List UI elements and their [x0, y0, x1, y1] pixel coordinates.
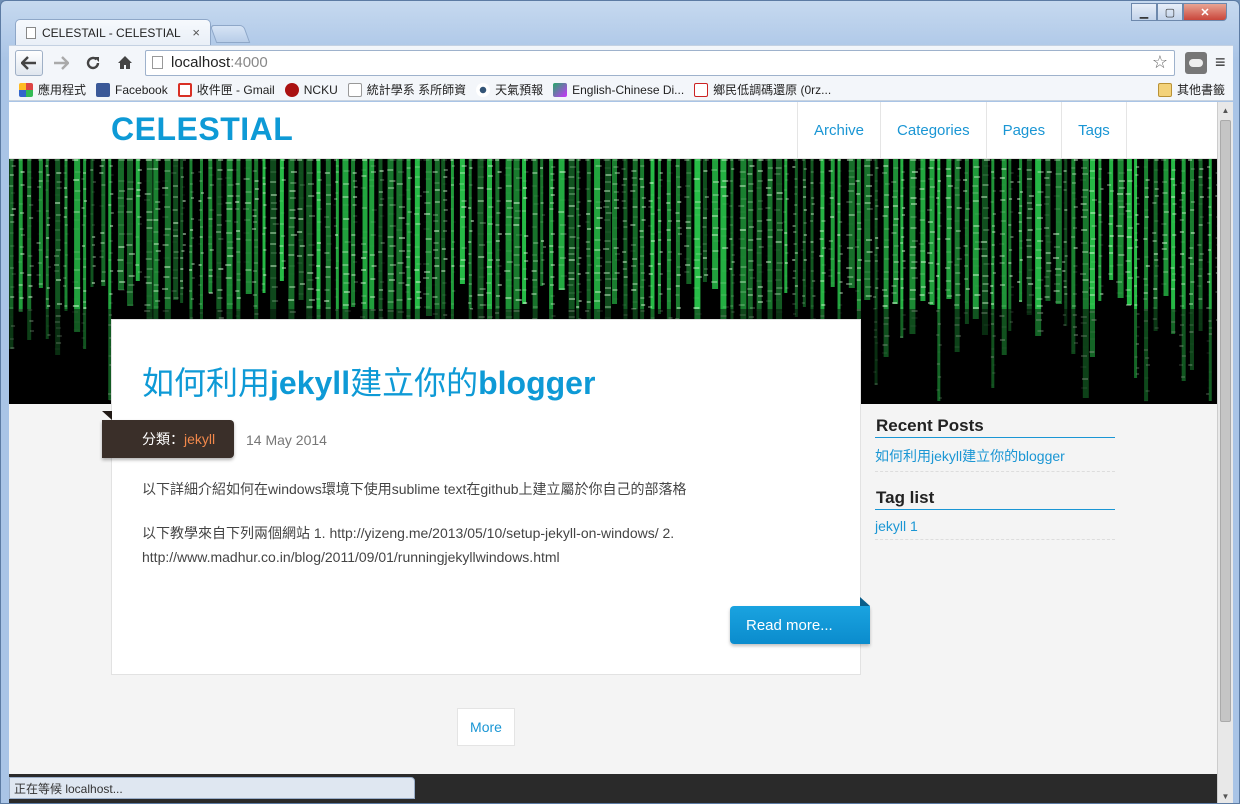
back-arrow-icon[interactable] — [15, 49, 43, 76]
more-button[interactable]: More — [457, 708, 515, 746]
category-ribbon: 分類： jekyll — [102, 411, 234, 458]
reload-icon[interactable] — [79, 50, 107, 76]
orz-icon — [694, 82, 709, 97]
new-tab-button[interactable] — [209, 25, 251, 43]
page-icon — [347, 82, 362, 97]
apps-grid-icon — [19, 82, 33, 97]
recent-post-link[interactable]: 如何利用jekyll建立你的blogger — [875, 438, 1115, 472]
bookmark-gmail[interactable]: 收件匣 - Gmail — [177, 81, 275, 98]
category-link[interactable]: jekyll — [184, 431, 215, 447]
scroll-thumb[interactable] — [1220, 120, 1231, 722]
read-more-button[interactable]: Read more... — [730, 597, 870, 644]
tab-close-icon[interactable]: × — [192, 25, 200, 40]
maximize-button[interactable]: ▢ — [1157, 3, 1183, 21]
tag-list-heading: Tag list — [875, 488, 1115, 510]
nav-archive[interactable]: Archive — [798, 102, 882, 159]
bookmark-stat-dept[interactable]: 統計學系 系所師資 — [347, 81, 466, 98]
nav-categories[interactable]: Categories — [881, 102, 987, 159]
browser-window: CELESTAIL - CELESTIAL × ▁ ▢ ✕ localhost:… — [0, 0, 1240, 804]
site-header: CELESTIAL Archive Categories Pages Tags — [9, 102, 1217, 159]
page-viewport: CELESTIAL Archive Categories Pages Tags … — [9, 102, 1217, 774]
sidebar: Recent Posts 如何利用jekyll建立你的blogger Tag l… — [875, 416, 1115, 556]
url-port: :4000 — [230, 54, 268, 71]
home-icon[interactable] — [111, 50, 139, 76]
bookmark-weather[interactable]: 天氣預報 — [476, 81, 543, 98]
forward-arrow-icon[interactable] — [47, 50, 75, 76]
bookmark-star-icon[interactable]: ☆ — [1152, 52, 1168, 73]
page-icon — [152, 56, 163, 69]
scroll-up-icon[interactable]: ▲ — [1218, 102, 1233, 118]
nav-pages[interactable]: Pages — [987, 102, 1063, 159]
gmail-icon — [177, 82, 192, 97]
title-bar: CELESTAIL - CELESTIAL × ▁ ▢ ✕ — [1, 1, 1239, 45]
vertical-scrollbar[interactable]: ▲ ▼ — [1217, 102, 1233, 803]
url-host: localhost — [171, 54, 231, 71]
post-title[interactable]: 如何利用jekyll建立你的blogger — [142, 358, 595, 404]
ncku-icon — [284, 82, 299, 97]
post-card: 如何利用jekyll建立你的blogger 分類： jekyll 14 May 2… — [102, 319, 870, 675]
recent-posts-heading: Recent Posts — [875, 416, 1115, 438]
other-bookmarks[interactable]: 其他書籤 — [1157, 81, 1225, 98]
excerpt-paragraph: 以下詳細介紹如何在windows環境下使用sublime text在github… — [142, 481, 687, 497]
browser-tab[interactable]: CELESTAIL - CELESTIAL × — [15, 19, 211, 45]
category-prefix: 分類： — [142, 431, 184, 447]
scroll-down-icon[interactable]: ▼ — [1218, 788, 1233, 803]
recent-posts-widget: Recent Posts 如何利用jekyll建立你的blogger — [875, 416, 1115, 472]
excerpt-paragraph: 以下教學來自下列兩個網站 1. http://yizeng.me/2013/05… — [142, 525, 675, 565]
bookmark-facebook[interactable]: Facebook — [96, 82, 168, 97]
facebook-icon — [96, 82, 111, 97]
eye-icon — [476, 82, 491, 97]
menu-icon[interactable]: ≡ — [1215, 52, 1226, 73]
dictionary-icon — [553, 82, 568, 97]
window-controls: ▁ ▢ ✕ — [1131, 3, 1227, 21]
tag-list-widget: Tag list jekyll 1 — [875, 488, 1115, 540]
bookmark-ncku[interactable]: NCKU — [284, 82, 338, 97]
tag-link[interactable]: jekyll 1 — [875, 510, 1115, 540]
bookmarks-bar: 應用程式 Facebook 收件匣 - Gmail NCKU 統計學系 系所師資… — [9, 79, 1233, 101]
nav-tags[interactable]: Tags — [1062, 102, 1127, 159]
site-brand[interactable]: CELESTIAL — [111, 111, 293, 148]
tab-title: CELESTAIL - CELESTIAL — [42, 25, 181, 40]
post-date: 14 May 2014 — [246, 432, 327, 448]
post-excerpt: 以下詳細介紹如何在windows環境下使用sublime text在github… — [142, 477, 832, 589]
bookmark-orz[interactable]: 鄉民低調碼還原 (0rz... — [694, 81, 831, 98]
folder-icon — [1157, 82, 1172, 97]
status-bubble: 正在等候 localhost... — [9, 777, 415, 799]
site-nav: Archive Categories Pages Tags — [797, 102, 1127, 159]
bookmark-dictionary[interactable]: English-Chinese Di... — [553, 82, 684, 97]
page-icon — [26, 26, 36, 39]
window-close-button[interactable]: ✕ — [1183, 3, 1227, 21]
bookmark-apps[interactable]: 應用程式 — [19, 81, 86, 98]
browser-toolbar: localhost:4000 ☆ ≡ — [9, 45, 1233, 79]
extension-icon[interactable] — [1185, 51, 1207, 74]
status-area: 正在等候 localhost... — [9, 774, 1217, 803]
minimize-button[interactable]: ▁ — [1131, 3, 1157, 21]
address-bar[interactable]: localhost:4000 ☆ — [145, 49, 1175, 76]
